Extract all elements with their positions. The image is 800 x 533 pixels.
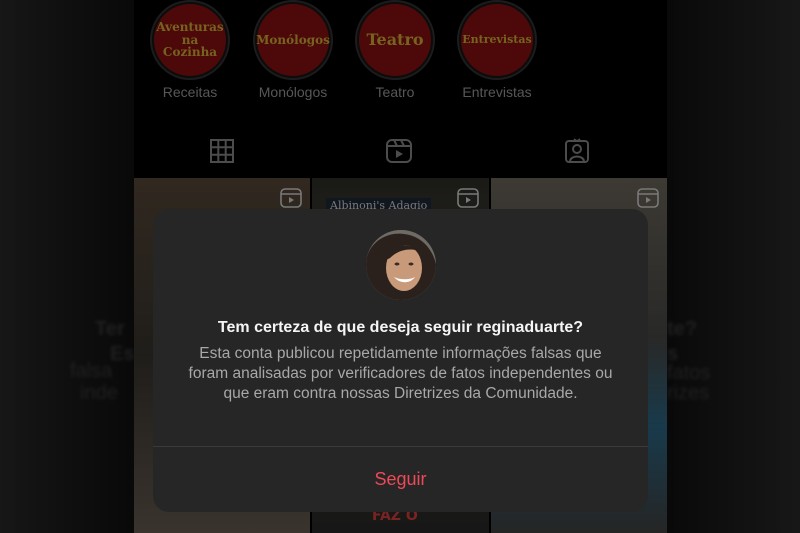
dialog-title: Tem certeza de que deseja seguir reginad… xyxy=(217,319,584,336)
avatar xyxy=(366,230,436,300)
follow-confirmation-dialog: Tem certeza de que deseja seguir reginad… xyxy=(153,209,648,512)
avatar-photo xyxy=(366,230,436,300)
follow-button[interactable]: Seguir xyxy=(153,447,648,512)
dialog-message: Esta conta publicou repetidamente inform… xyxy=(188,345,613,402)
